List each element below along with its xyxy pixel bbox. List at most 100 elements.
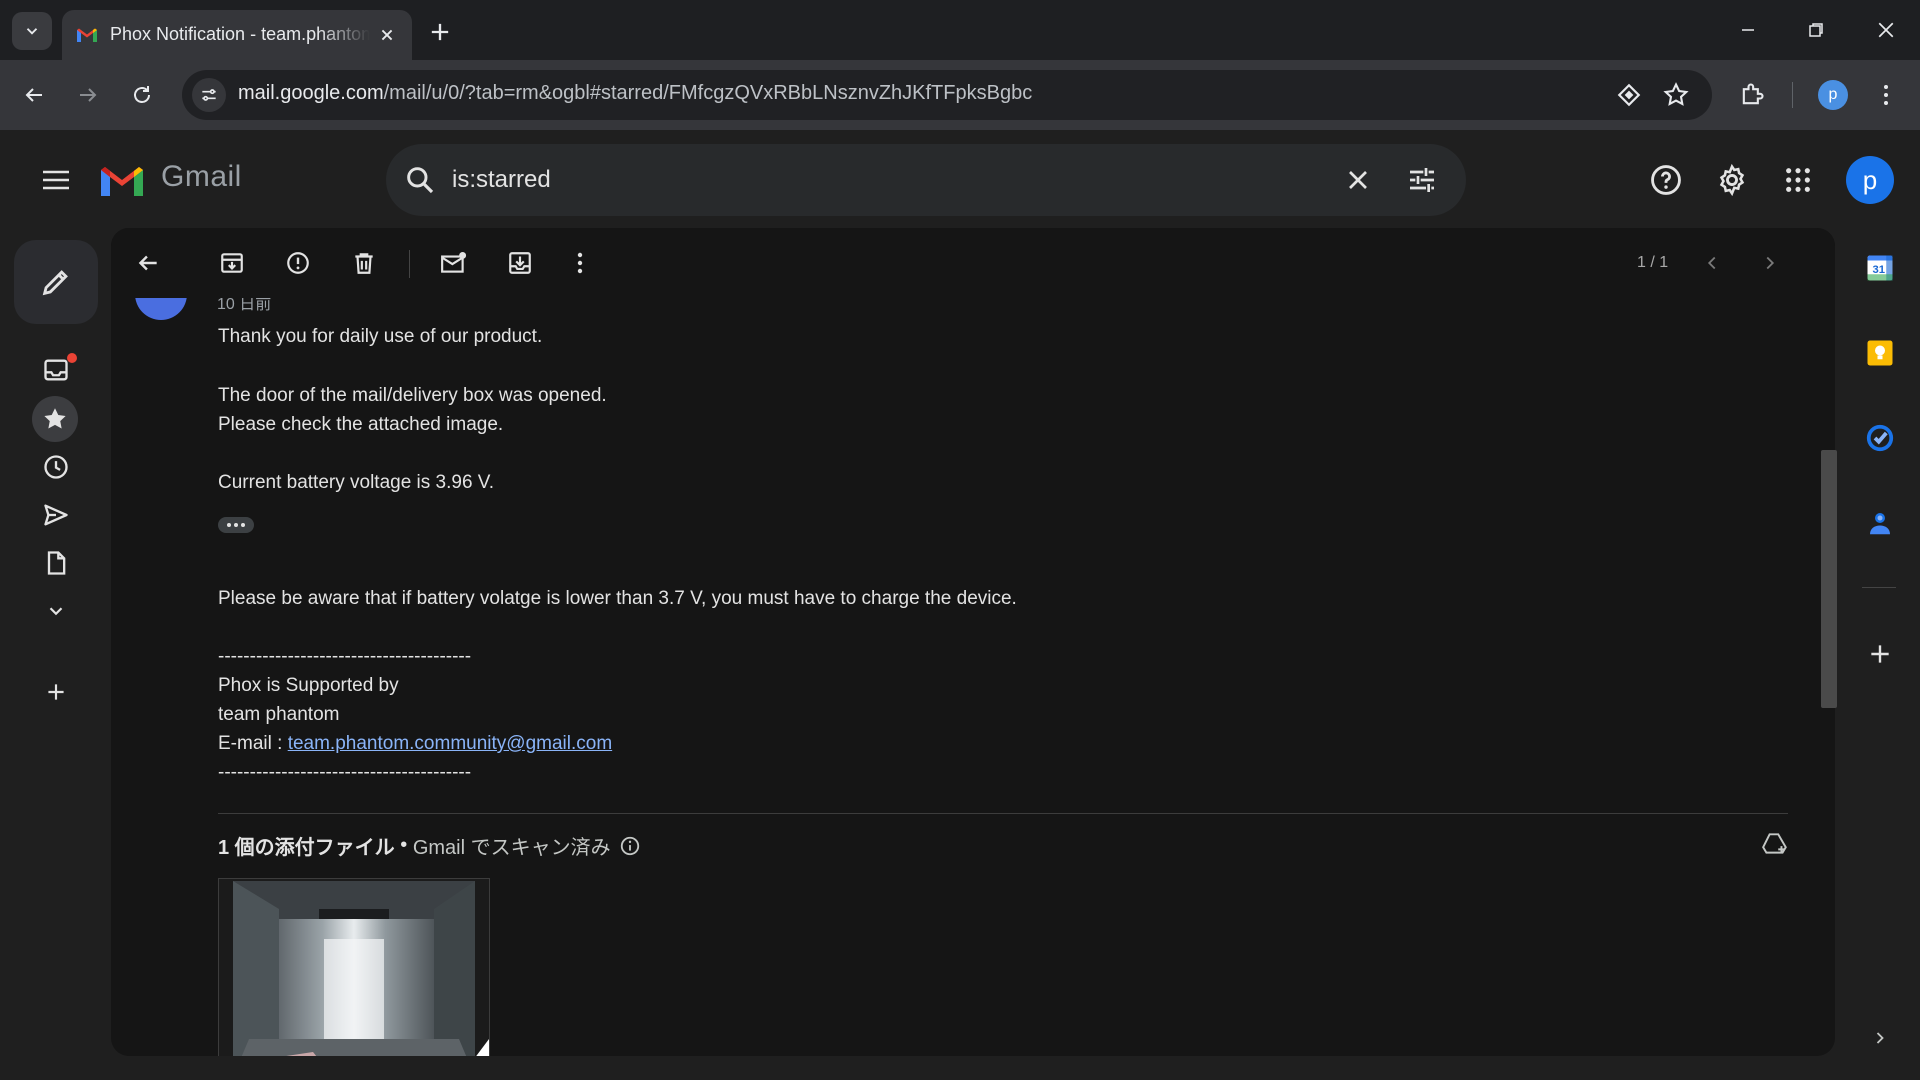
show-side-panel-button[interactable] [1858, 1016, 1902, 1060]
attachment-count: 1 個の添付ファイル [218, 837, 395, 859]
arrow-right-icon [80, 88, 97, 102]
create-label-button[interactable] [34, 672, 78, 712]
arrow-left-icon [138, 255, 157, 271]
svg-text:31: 31 [1872, 264, 1885, 276]
bookmark-star-button[interactable] [1662, 81, 1690, 109]
star-icon [44, 408, 66, 429]
support-button[interactable] [1644, 158, 1688, 202]
contacts-app-button[interactable] [1858, 501, 1902, 545]
help-icon [1651, 165, 1681, 195]
signature-separator: ---------------------------------------- [218, 762, 472, 783]
back-button[interactable] [16, 77, 52, 113]
report-spam-button[interactable] [281, 246, 315, 280]
keep-app-button[interactable] [1858, 331, 1902, 375]
clear-search-button[interactable] [1342, 164, 1374, 196]
older-button[interactable] [1753, 246, 1787, 280]
report-icon [287, 252, 309, 274]
plus-icon [431, 23, 449, 41]
browser-menu-button[interactable] [1874, 80, 1898, 110]
attachment-image [233, 881, 489, 1056]
back-to-list-button[interactable] [131, 246, 165, 280]
tab-search-button[interactable] [12, 12, 52, 50]
show-trimmed-content-button[interactable] [218, 517, 254, 533]
body-line-door: The door of the mail/delivery box was op… [218, 385, 607, 406]
calendar-icon: 31 [1867, 255, 1893, 281]
archive-button[interactable] [215, 246, 249, 280]
nav-snoozed[interactable] [34, 447, 78, 487]
unread-dot [67, 353, 77, 363]
close-icon [1349, 171, 1367, 189]
browser-profile-avatar[interactable]: p [1818, 80, 1848, 110]
calendar-app-button[interactable]: 31 [1858, 246, 1902, 290]
toolbar-separator [409, 250, 410, 278]
minimize-button[interactable] [1714, 0, 1782, 60]
diamond-icon [1617, 83, 1641, 107]
signature-email-link[interactable]: team.phantom.community@gmail.com [288, 733, 612, 754]
chevron-right-icon [1876, 1032, 1884, 1044]
extensions-button[interactable] [1738, 81, 1766, 109]
info-icon[interactable] [619, 835, 641, 857]
more-actions-button[interactable] [563, 246, 597, 280]
gemini-lens-button[interactable] [1616, 82, 1642, 108]
get-addons-button[interactable] [1858, 632, 1902, 676]
tab-close-button[interactable] [376, 24, 398, 46]
chevron-down-icon [49, 607, 63, 616]
nav-drafts[interactable] [34, 543, 78, 583]
new-tab-button[interactable] [426, 18, 454, 46]
main-menu-button[interactable] [34, 158, 78, 202]
forward-button[interactable] [70, 77, 106, 113]
move-to-button[interactable] [503, 246, 537, 280]
pager-count: 1 / 1 [1637, 254, 1669, 271]
attachment-scan-label: Gmail でスキャン済み [412, 837, 611, 859]
tasks-app-button[interactable] [1858, 416, 1902, 460]
nav-inbox[interactable] [34, 350, 78, 390]
chevron-right-icon [1766, 256, 1775, 270]
nav-starred[interactable] [32, 396, 78, 442]
plus-icon [48, 684, 64, 700]
minimize-icon [1742, 29, 1754, 31]
attachment-divider [218, 813, 1788, 814]
search-options-button[interactable] [1406, 164, 1438, 196]
google-apps-button[interactable] [1776, 158, 1820, 202]
nav-more[interactable] [34, 591, 78, 631]
gmail-logo-icon[interactable] [98, 162, 146, 198]
hamburger-menu-icon [43, 170, 69, 190]
signature-email-label: E-mail : [218, 733, 288, 754]
mark-unread-button[interactable] [437, 246, 471, 280]
search-icon[interactable] [404, 164, 436, 196]
keep-bulb-icon [1867, 340, 1893, 366]
search-bar[interactable]: is:starred [386, 144, 1466, 216]
nav-sent[interactable] [34, 495, 78, 535]
ellipsis-dot [227, 523, 231, 527]
address-bar[interactable]: mail.google.com/mail/u/0/?tab=rm&ogbl#st… [182, 70, 1712, 120]
save-to-drive-button[interactable] [1761, 831, 1789, 857]
message-toolbar: 1 / 1 [111, 228, 1835, 298]
reload-button[interactable] [124, 77, 160, 113]
tune-icon [202, 89, 216, 101]
browser-tab-active[interactable]: Phox Notification - team.phantom.communi… [62, 10, 412, 60]
message-panel: 1 / 1 10 日前 Thank you for daily use of o… [111, 228, 1835, 1056]
settings-button[interactable] [1710, 158, 1754, 202]
tasks-icon [1866, 424, 1894, 452]
restore-button[interactable] [1782, 0, 1850, 60]
archive-icon [221, 253, 243, 273]
url-path: /mail/u/0/?tab=rm&ogbl#starred/FMfcgzQVx… [383, 82, 1033, 104]
signature-supported-by: Phox is Supported by [218, 675, 399, 696]
delete-button[interactable] [347, 246, 381, 280]
trash-icon [355, 253, 373, 274]
restore-icon [1809, 23, 1823, 37]
reload-icon [134, 86, 150, 103]
signature-separator: ---------------------------------------- [218, 646, 472, 667]
mark-unread-icon [441, 252, 467, 273]
more-vert-icon [1884, 85, 1888, 105]
compose-button[interactable] [14, 240, 98, 324]
ellipsis-dot [241, 523, 245, 527]
clock-icon [44, 455, 68, 479]
site-info-button[interactable] [192, 78, 226, 112]
attachment-thumbnail[interactable] [218, 878, 490, 1056]
account-avatar[interactable]: p [1846, 156, 1894, 204]
window-close-button[interactable] [1852, 0, 1920, 60]
newer-button[interactable] [1695, 246, 1729, 280]
search-input[interactable]: is:starred [452, 166, 551, 194]
scrollbar-thumb[interactable] [1821, 450, 1837, 708]
